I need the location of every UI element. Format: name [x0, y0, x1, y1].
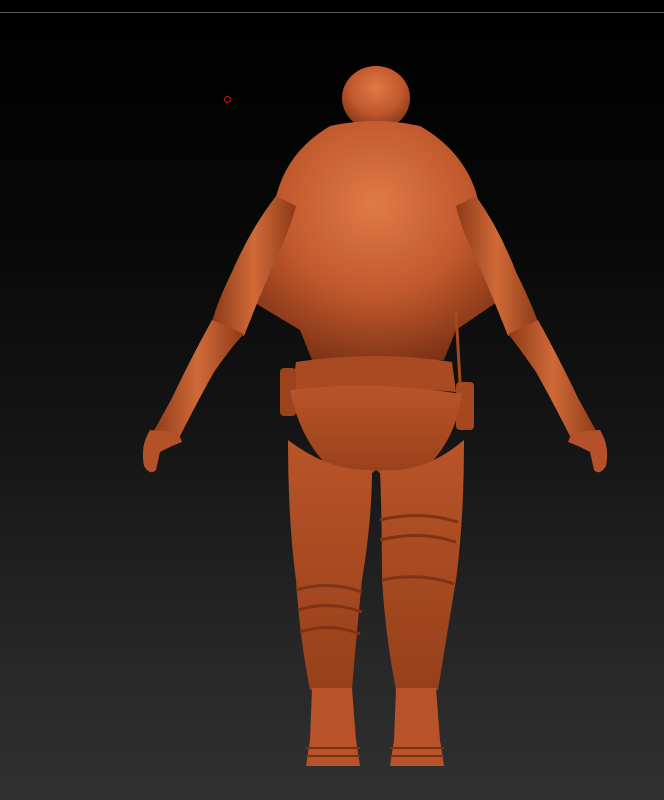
brush-cursor-icon: [224, 96, 231, 103]
left-forearm[interactable]: [152, 320, 244, 444]
right-leg[interactable]: [380, 440, 464, 690]
left-boot[interactable]: [306, 688, 360, 766]
right-forearm[interactable]: [508, 320, 598, 444]
character-model[interactable]: [0, 0, 664, 800]
left-leg[interactable]: [288, 440, 372, 690]
right-boot[interactable]: [390, 688, 444, 766]
left-hand[interactable]: [142, 430, 182, 473]
head[interactable]: [342, 66, 410, 130]
sculpt-viewport[interactable]: [0, 0, 664, 800]
torso[interactable]: [250, 121, 500, 360]
right-hand[interactable]: [568, 430, 608, 473]
